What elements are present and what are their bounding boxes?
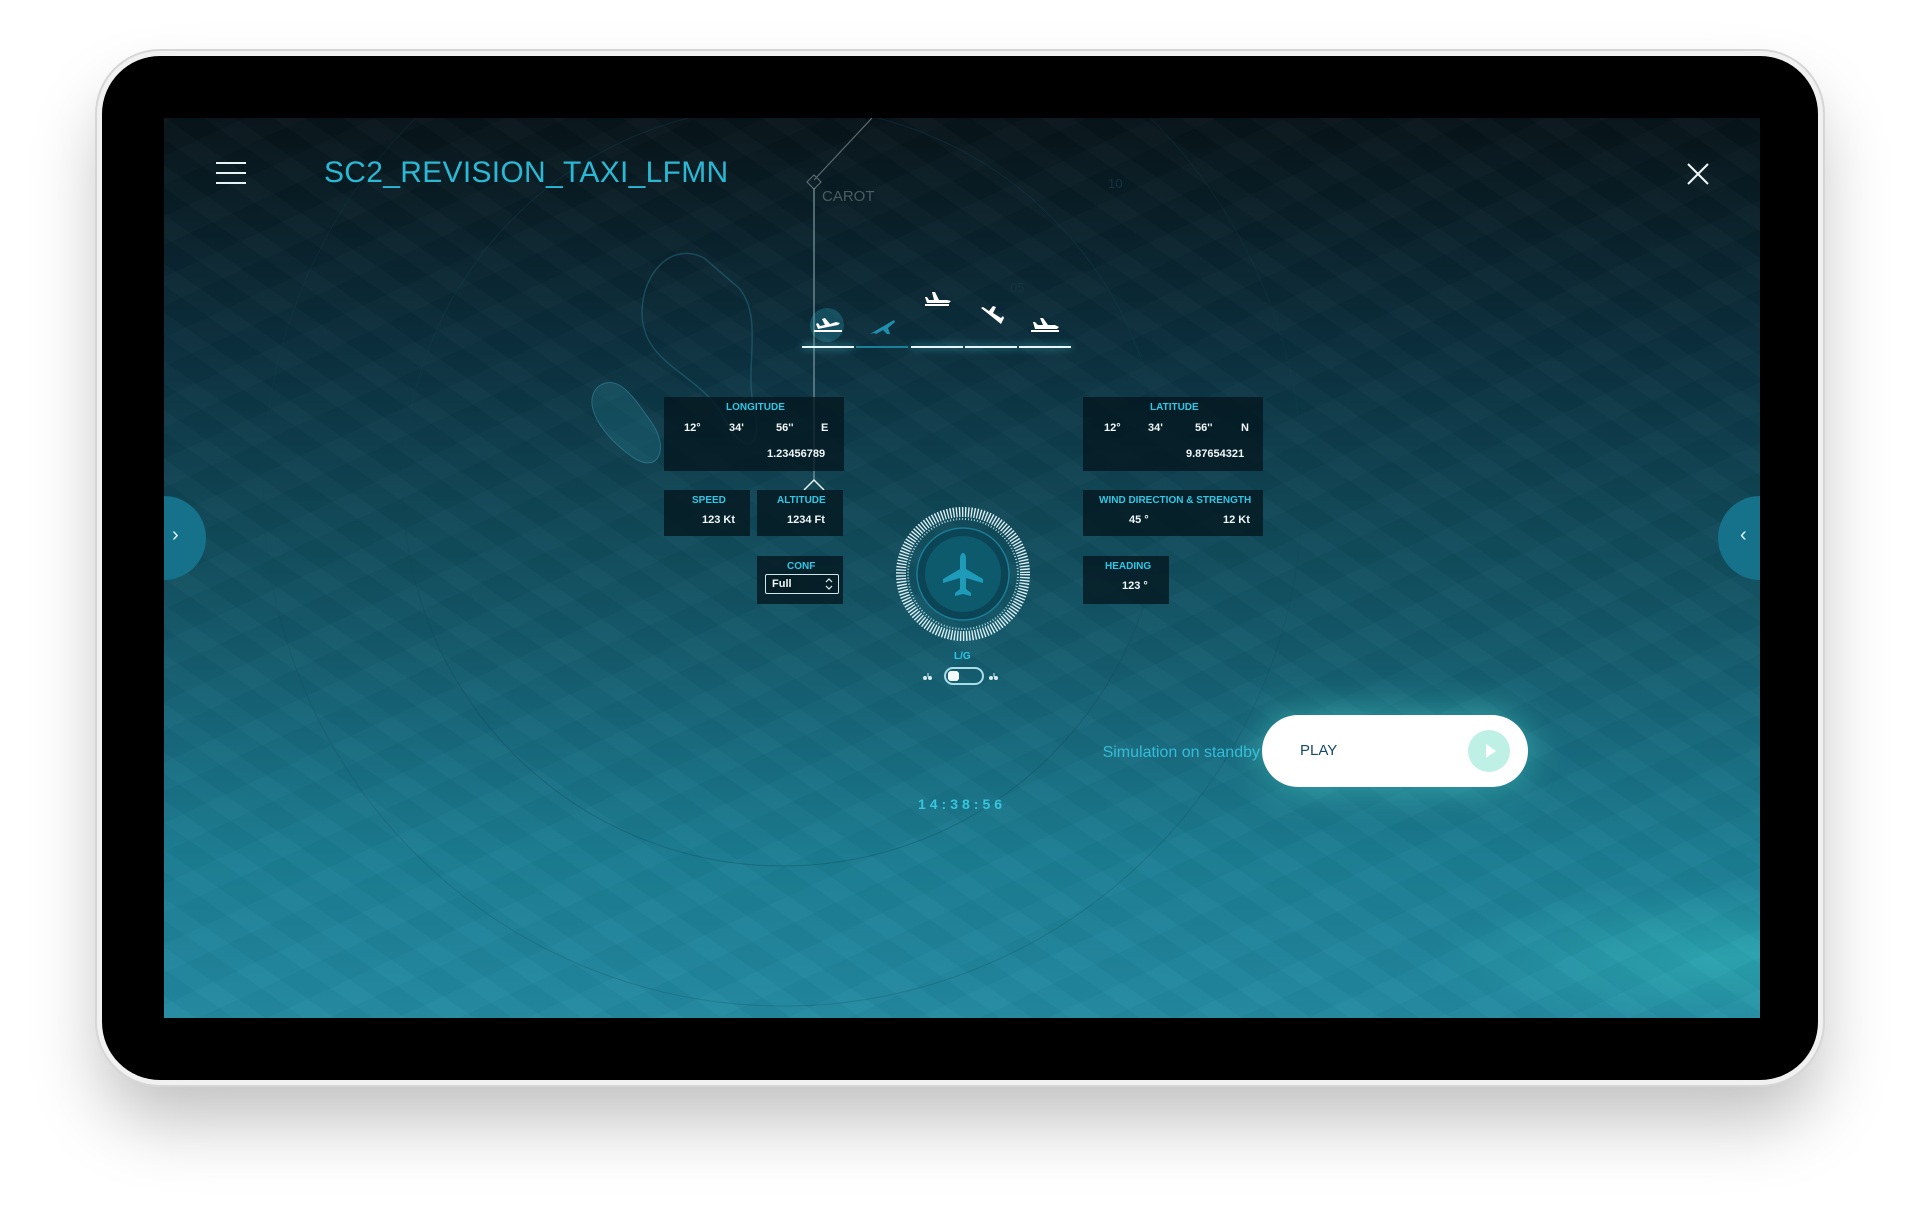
longitude-degrees[interactable]: 12°: [684, 422, 701, 434]
play-button[interactable]: PLAY: [1262, 715, 1528, 787]
simulation-clock: 14:38:56: [917, 796, 1007, 812]
speed-panel: SPEED 123 Kt: [664, 490, 750, 536]
phase-underline: [911, 346, 963, 348]
phase-landing[interactable]: [1019, 268, 1071, 348]
speed-value[interactable]: 123 Kt: [702, 514, 735, 526]
landing-gear-toggle[interactable]: [944, 667, 984, 685]
hamburger-icon[interactable]: [216, 162, 246, 186]
altitude-label: ALTITUDE: [777, 495, 826, 506]
simulation-status: Simulation on standby: [1102, 744, 1260, 761]
longitude-minutes[interactable]: 34': [729, 422, 744, 434]
longitude-decimal[interactable]: 1.23456789: [767, 448, 825, 460]
chevron-left-icon: ‹: [1740, 524, 1747, 546]
phase-descent[interactable]: [965, 268, 1017, 348]
toggle-knob: [948, 671, 959, 681]
flight-phase-selector: [802, 268, 1128, 348]
wind-label: WIND DIRECTION & STRENGTH: [1099, 495, 1252, 506]
page-title: SC2_REVISION_TAXI_LFMN: [324, 156, 729, 189]
chevron-updown-icon: [825, 578, 833, 590]
takeoff-plane-icon: [814, 318, 842, 332]
phase-underline: [965, 346, 1017, 348]
longitude-hemisphere[interactable]: E: [821, 422, 828, 434]
menu-line: [216, 162, 246, 164]
gear-down-icon: [989, 673, 998, 680]
heading-panel: HEADING 123 °: [1083, 556, 1169, 604]
altitude-panel: ALTITUDE 1234 Ft: [757, 490, 843, 536]
waypoint-label: CAROT: [822, 188, 875, 205]
map-tick-10: 10: [1108, 176, 1123, 191]
longitude-seconds[interactable]: 56'': [776, 422, 793, 434]
landing-plane-icon: [1031, 318, 1059, 332]
latitude-label: LATITUDE: [1150, 402, 1199, 413]
play-icon: [1486, 744, 1496, 758]
menu-line: [216, 182, 246, 184]
altitude-value[interactable]: 1234 Ft: [787, 514, 825, 526]
latitude-hemisphere[interactable]: N: [1241, 422, 1249, 434]
climb-plane-icon: [870, 320, 895, 334]
conf-select[interactable]: Full: [765, 574, 839, 594]
menu-line: [216, 172, 246, 174]
conf-value: Full: [772, 578, 792, 590]
play-circle: [1468, 730, 1510, 772]
heading-label: HEADING: [1105, 561, 1152, 572]
phase-cruise[interactable]: [911, 268, 963, 348]
speed-label: SPEED: [692, 495, 726, 506]
latitude-minutes[interactable]: 34': [1148, 422, 1163, 434]
phase-climb[interactable]: [856, 268, 908, 348]
phase-takeoff[interactable]: [802, 268, 854, 348]
wind-direction-value[interactable]: 45 °: [1129, 514, 1149, 526]
chevron-right-icon: ›: [172, 524, 179, 546]
landing-gear-label: L/G: [954, 651, 971, 662]
latitude-seconds[interactable]: 56'': [1195, 422, 1212, 434]
latitude-degrees[interactable]: 12°: [1104, 422, 1121, 434]
close-x-icon: [1687, 163, 1709, 185]
gear-up-icon: [923, 673, 932, 680]
cruise-plane-icon: [925, 292, 951, 306]
phase-underline: [856, 346, 908, 348]
close-icon[interactable]: [1684, 160, 1712, 188]
phase-underline: [1019, 346, 1071, 348]
latitude-decimal[interactable]: 9.87654321: [1186, 448, 1244, 460]
wind-panel: WIND DIRECTION & STRENGTH 45 ° 12 Kt: [1083, 490, 1263, 536]
play-label: PLAY: [1300, 742, 1338, 759]
longitude-label: LONGITUDE: [726, 402, 785, 413]
wind-strength-value[interactable]: 12 Kt: [1223, 514, 1250, 526]
simulation-screen: CAROT 10 05 SC2_REVISION_TAXI_LFMN LONGI…: [164, 118, 1760, 1018]
heading-value[interactable]: 123 °: [1122, 580, 1148, 592]
conf-label: CONF: [787, 561, 816, 572]
airplane-icon: [943, 553, 983, 596]
descent-plane-icon: [981, 306, 1004, 324]
latitude-panel: LATITUDE 12° 34' 56'' N 9.87654321: [1083, 397, 1263, 471]
phase-underline: [802, 346, 854, 348]
longitude-panel: LONGITUDE 12° 34' 56'' E 1.23456789: [664, 397, 844, 471]
